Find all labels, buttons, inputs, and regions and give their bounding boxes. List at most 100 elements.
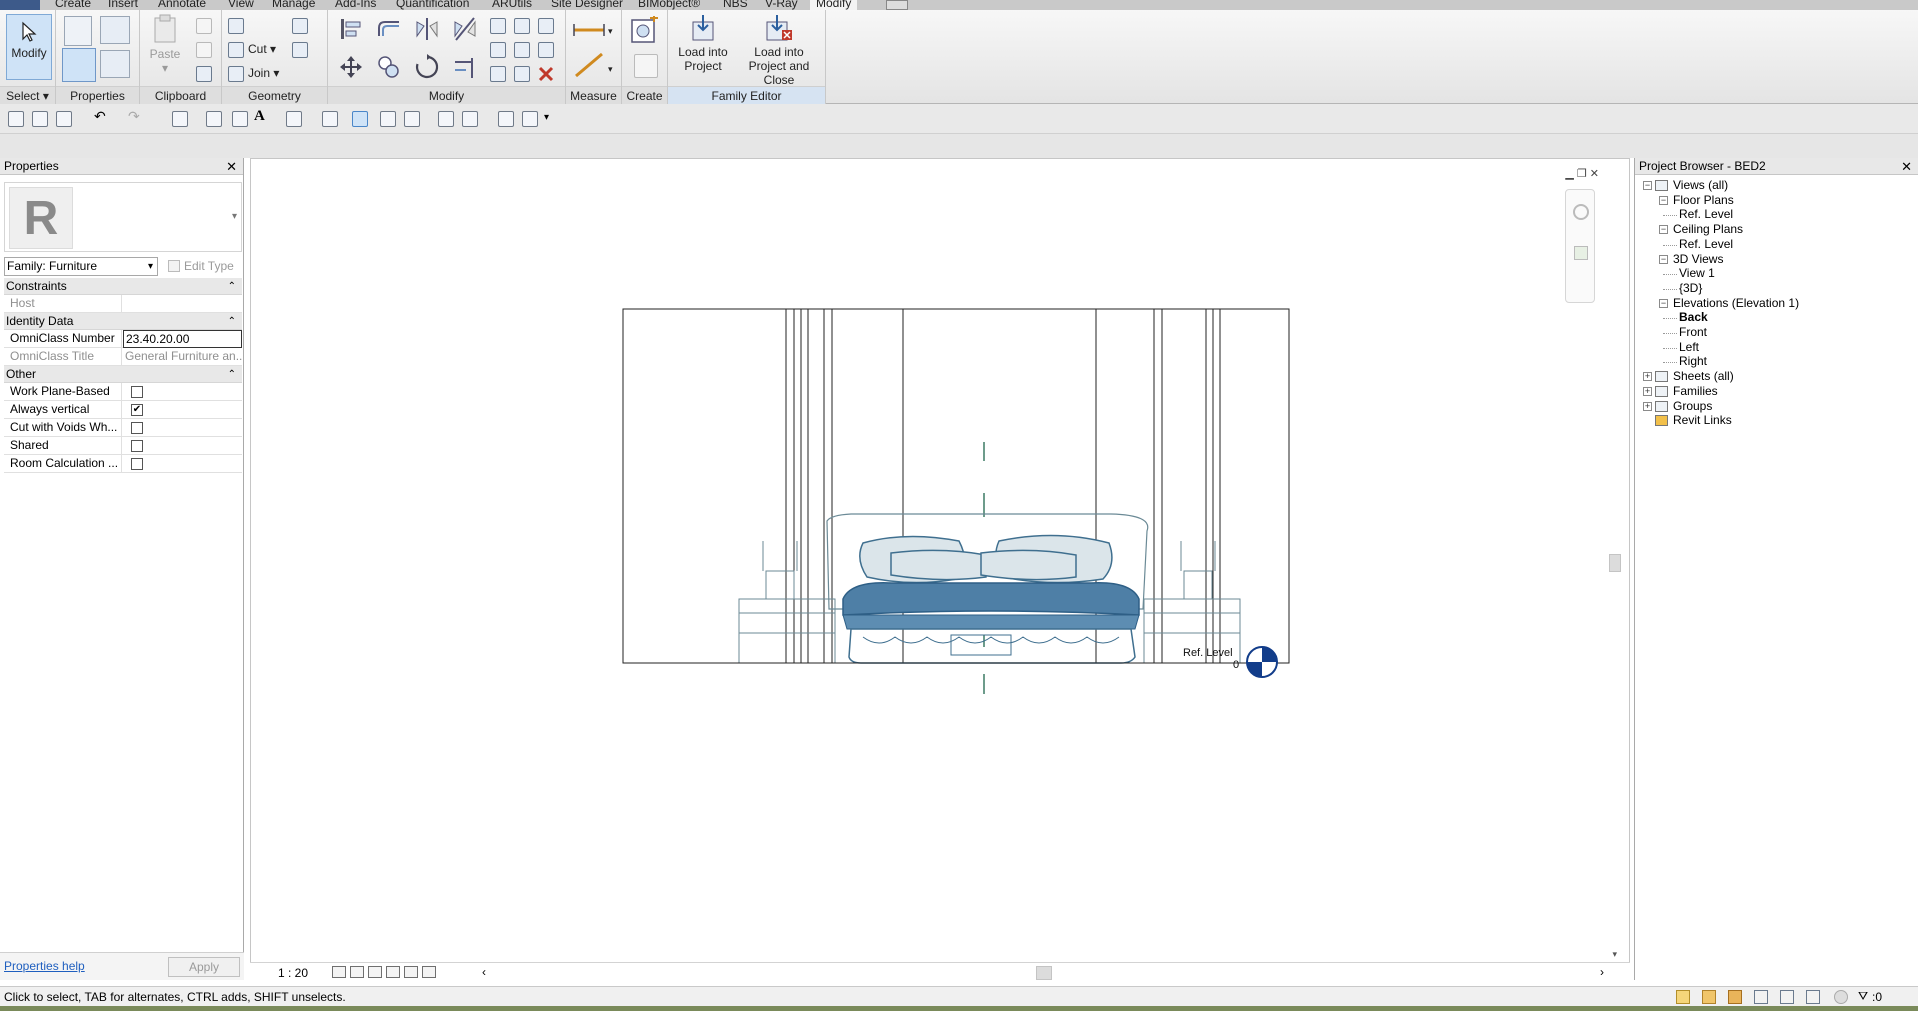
save-icon[interactable] — [32, 111, 48, 127]
measure-between-references-icon[interactable] — [572, 20, 606, 40]
measure-dropdown[interactable]: ▾ — [608, 24, 613, 38]
split-face-icon[interactable] — [292, 42, 308, 58]
mirror-draw-axis-icon[interactable] — [452, 16, 478, 42]
editable-only-icon[interactable] — [1676, 990, 1690, 1004]
property-group-header[interactable]: Identity Data ⌃ — [4, 313, 242, 330]
cut-clipboard-icon[interactable] — [196, 18, 212, 34]
select-panel-label[interactable]: Select ▾ — [0, 86, 55, 104]
sun-path-icon[interactable] — [368, 966, 382, 978]
property-group-header[interactable]: Other ⌃ — [4, 366, 242, 383]
pin-icon[interactable] — [538, 42, 554, 58]
browser-item[interactable]: 3D Views — [1673, 252, 1723, 266]
browser-item[interactable]: Views (all) — [1673, 178, 1728, 192]
close-hidden-windows-icon[interactable] — [380, 111, 396, 127]
move-icon[interactable] — [338, 54, 364, 80]
type-properties-icon[interactable] — [62, 48, 96, 82]
property-checkbox[interactable] — [131, 386, 143, 398]
browser-item[interactable]: Front — [1679, 325, 1707, 339]
tag-icon[interactable] — [232, 111, 248, 127]
select-underlay-icon[interactable] — [1728, 990, 1742, 1004]
browser-item[interactable]: Ref. Level — [1679, 237, 1733, 251]
load-into-project-and-close-button[interactable]: Load into Project and Close — [734, 14, 824, 87]
family-category-icon[interactable] — [64, 16, 92, 46]
browser-item[interactable]: Left — [1679, 340, 1699, 354]
tab-insert[interactable]: Insert — [108, 0, 138, 10]
create-parts-icon[interactable] — [634, 54, 658, 78]
expand-node-icon[interactable]: + — [1643, 386, 1652, 396]
array-icon[interactable] — [490, 42, 506, 58]
crop-view-icon[interactable] — [404, 966, 418, 978]
property-checkbox[interactable]: ✔ — [131, 404, 143, 416]
qat-dropdown-icon[interactable]: ▾ — [544, 112, 560, 128]
customize-qat-icon[interactable] — [522, 111, 538, 127]
browser-item[interactable]: Floor Plans — [1673, 193, 1734, 207]
measure-qat-icon[interactable] — [172, 111, 188, 127]
collapse-node-icon[interactable]: − — [1659, 254, 1668, 264]
trim-extend-single-icon[interactable] — [514, 66, 530, 82]
property-checkbox[interactable] — [131, 422, 143, 434]
measure-along-element-icon[interactable] — [572, 50, 606, 80]
browser-item[interactable]: Elevations (Elevation 1) — [1673, 296, 1799, 310]
paste-button[interactable]: Paste ▾ — [146, 14, 184, 80]
select-pinned-icon[interactable] — [1754, 990, 1768, 1004]
cut-button[interactable]: Cut ▾ — [248, 42, 276, 56]
family-types-icon[interactable] — [100, 16, 130, 44]
browser-item[interactable]: Ceiling Plans — [1673, 222, 1743, 236]
tab-arutils[interactable]: ARUtils — [492, 0, 532, 10]
settings-icon[interactable] — [462, 111, 478, 127]
scale-icon[interactable] — [514, 42, 530, 58]
tab-quantification[interactable]: Quantification — [396, 0, 469, 10]
trim-extend-icon[interactable] — [452, 54, 478, 80]
family-filter-select[interactable]: Family: Furniture ▾ — [4, 257, 158, 276]
worksets-icon[interactable] — [498, 111, 514, 127]
collapse-node-icon[interactable]: − — [1659, 298, 1668, 308]
browser-item[interactable]: Families — [1673, 384, 1718, 398]
select-links-icon[interactable] — [1702, 990, 1716, 1004]
tab-site-designer[interactable]: Site Designer — [551, 0, 623, 10]
property-checkbox[interactable] — [131, 440, 143, 452]
scroll-right-icon[interactable]: › — [1600, 965, 1604, 979]
tab-bimobject[interactable]: BIMobject® — [638, 0, 700, 10]
close-icon[interactable]: ✕ — [1901, 158, 1912, 175]
omniclass-number-input[interactable]: 23.40.20.00 — [123, 330, 242, 348]
tab-manage[interactable]: Manage — [272, 0, 315, 10]
panel-toggle-dropdown[interactable] — [886, 0, 908, 10]
apply-button[interactable]: Apply — [168, 957, 240, 977]
tab-v-ray[interactable]: V-Ray — [765, 0, 798, 10]
collapse-chevron-icon[interactable]: ⌃ — [228, 278, 236, 295]
browser-item[interactable]: Groups — [1673, 399, 1712, 413]
drawing-area[interactable]: ▁ ❐ ✕ Ref. Level 0 ▾ — [250, 158, 1630, 978]
filter-icon[interactable]: ⛛ — [1858, 989, 1868, 1004]
trim-icon[interactable] — [538, 18, 554, 34]
drag-elements-icon[interactable] — [1806, 990, 1820, 1004]
view-scale[interactable]: 1 : 20 — [278, 966, 308, 980]
collapse-chevron-icon[interactable]: ⌃ — [228, 313, 236, 330]
horizontal-scrollbar-thumb[interactable] — [1036, 966, 1052, 980]
thin-lines-icon[interactable] — [352, 111, 368, 127]
edit-type-button[interactable]: Edit Type — [166, 257, 242, 276]
measure-along-dropdown[interactable]: ▾ — [608, 62, 613, 76]
open-icon[interactable] — [8, 111, 24, 127]
expand-node-icon[interactable]: + — [1643, 401, 1652, 411]
property-group-header[interactable]: Constraints ⌃ — [4, 278, 242, 295]
join-geometry-icon[interactable] — [292, 18, 308, 34]
background-process-icon[interactable] — [1834, 990, 1848, 1004]
browser-item[interactable]: Revit Links — [1673, 413, 1732, 427]
text-icon[interactable]: A — [254, 108, 270, 124]
default-3d-view-icon[interactable] — [286, 111, 302, 127]
detail-level-icon[interactable] — [332, 966, 346, 978]
property-checkbox[interactable] — [131, 458, 143, 470]
rotate-icon[interactable] — [414, 54, 440, 80]
match-type-icon[interactable] — [196, 66, 212, 82]
cut-geometry-icon[interactable] — [228, 42, 244, 58]
tab-add-ins[interactable]: Add-Ins — [335, 0, 376, 10]
render-icon[interactable] — [438, 111, 454, 127]
mirror-pick-axis-icon[interactable] — [414, 16, 440, 42]
visual-style-icon[interactable] — [350, 966, 364, 978]
delete-icon[interactable] — [538, 66, 554, 82]
browser-item[interactable]: View 1 — [1679, 266, 1715, 280]
collapse-node-icon[interactable]: − — [1659, 195, 1668, 205]
type-selector[interactable]: R ▾ — [4, 182, 242, 252]
shadows-icon[interactable] — [386, 966, 400, 978]
tab-annotate[interactable]: Annotate — [158, 0, 206, 10]
